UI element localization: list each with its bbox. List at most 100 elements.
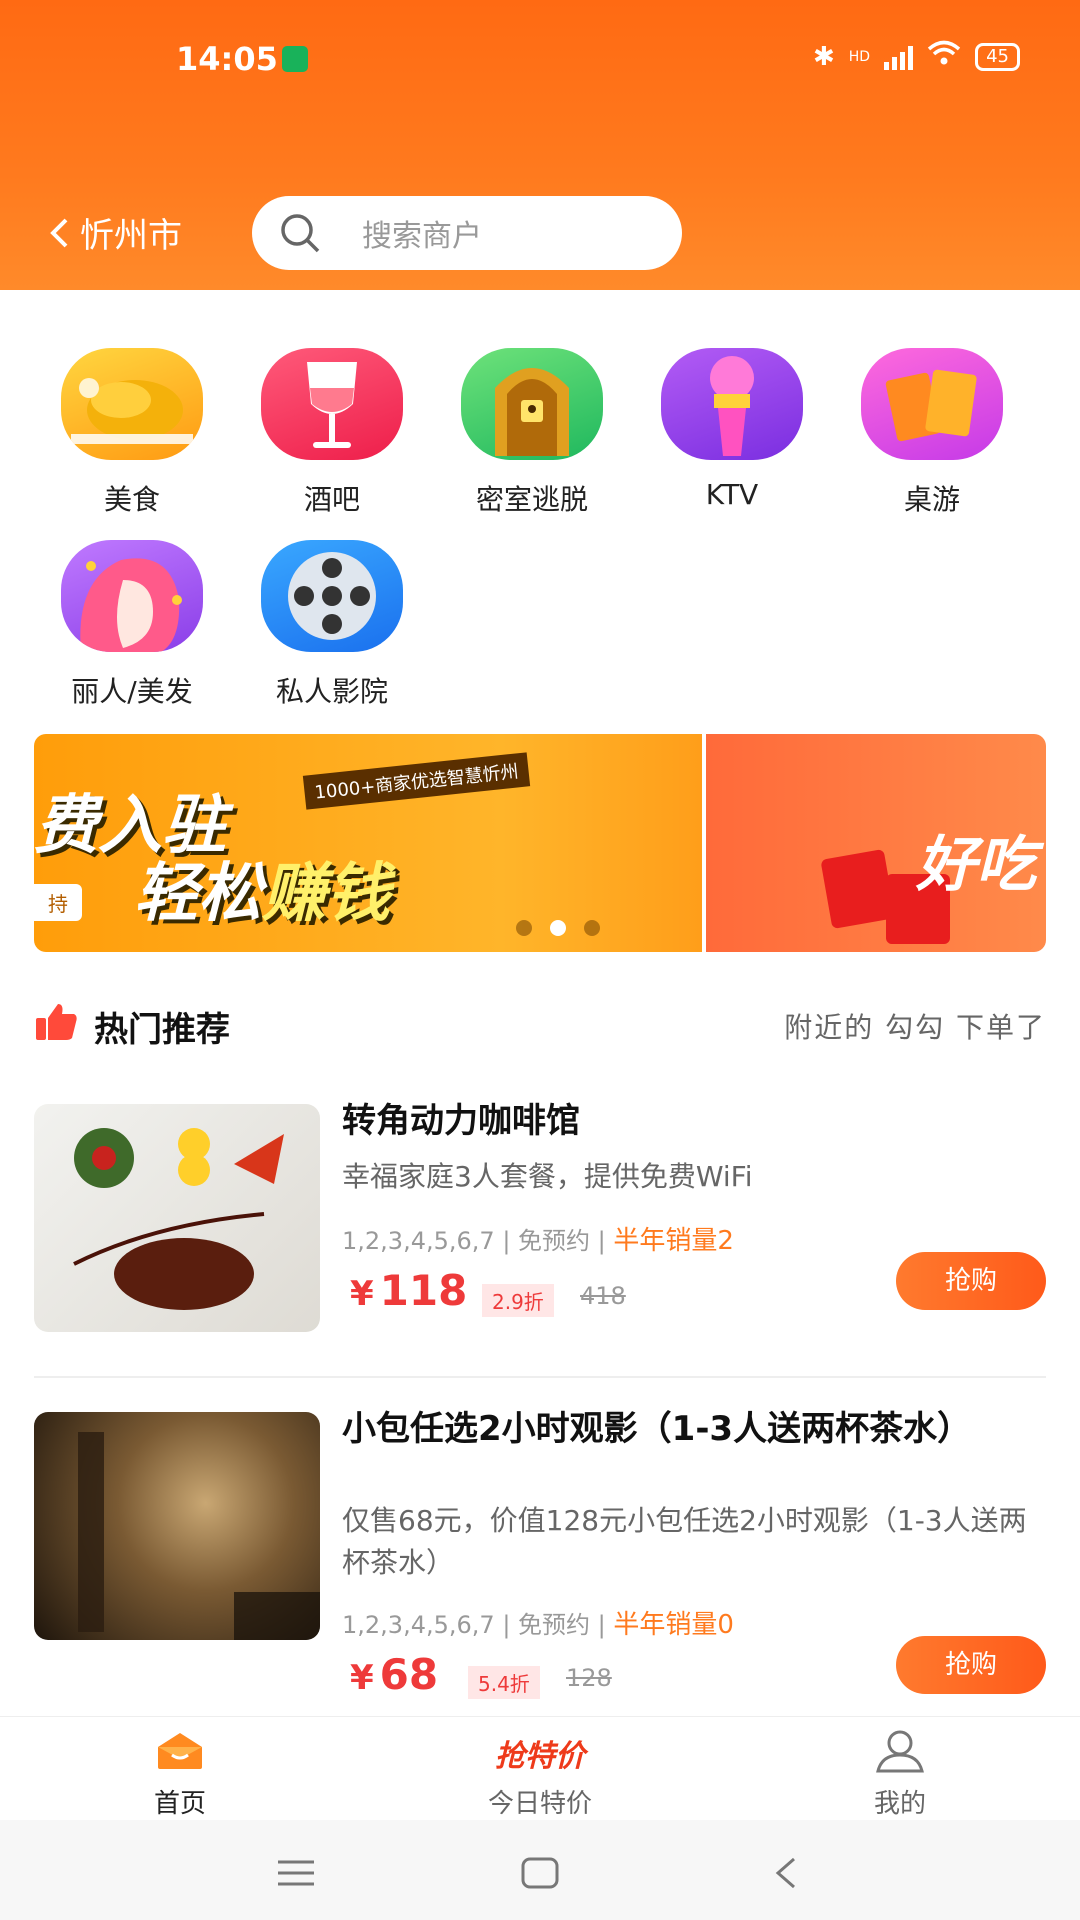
meta-separator: |: [502, 1227, 519, 1255]
category-food[interactable]: 美食: [32, 348, 232, 518]
category-label: 美食: [103, 483, 160, 516]
product-booking: 免预约: [518, 1227, 591, 1255]
category-ktv[interactable]: KTV: [632, 348, 832, 518]
carousel-dot[interactable]: [516, 920, 532, 936]
user-icon: [876, 1730, 924, 1773]
search-input[interactable]: 搜索商户: [252, 196, 682, 270]
category-label: 桌游: [903, 483, 960, 516]
category-private-cinema[interactable]: 私人影院: [232, 540, 432, 710]
category-label: 丽人/美发: [71, 675, 193, 708]
tab-mine[interactable]: 我的: [750, 1717, 1050, 1821]
banner-chip: 持: [34, 884, 82, 921]
product-desc: 幸福家庭3人套餐，提供免费WiFi: [342, 1160, 753, 1193]
product-price: ¥118: [350, 1266, 467, 1315]
tab-label: 首页: [153, 1789, 206, 1819]
product-price: ¥68: [350, 1650, 438, 1699]
product-meta: 1,2,3,4,5,6,7 | 免预约 | 半年销量0: [342, 1604, 734, 1641]
meta-separator: |: [502, 1611, 519, 1639]
currency-symbol: ¥: [350, 1658, 374, 1698]
product-card[interactable]: 转角动力咖啡馆 幸福家庭3人套餐，提供免费WiFi 1,2,3,4,5,6,7 …: [34, 1104, 1046, 1344]
product-sales: 半年销量0: [613, 1610, 734, 1640]
hot-recommend-header: 热门推荐 附近的 勾勾 下单了: [34, 1000, 1046, 1050]
battery-indicator: 45: [975, 42, 1020, 71]
tab-label: 我的: [873, 1789, 926, 1819]
app-header: 14:05 ✱ HD 45 忻州市 搜索商户: [0, 0, 1080, 290]
section-subtitle: 附近的 勾勾 下单了: [784, 1011, 1046, 1044]
banner-line2: 轻松赚钱: [134, 842, 390, 934]
category-label: 密室逃脱: [475, 483, 588, 516]
status-bar: 14:05 ✱ HD 45: [0, 0, 1080, 120]
meta-separator: |: [597, 1227, 614, 1255]
city-selector[interactable]: 忻州市: [48, 208, 182, 257]
search-placeholder: 搜索商户: [362, 219, 482, 254]
beauty-icon: [61, 540, 203, 652]
promo-banner-carousel[interactable]: 费入驻 1000+商家优选智慧忻州 轻松赚钱 持 好吃: [34, 734, 1046, 952]
category-beauty[interactable]: 丽人/美发: [32, 540, 232, 710]
network-type: HD: [848, 48, 871, 65]
category-label: KTV: [705, 478, 759, 511]
special-logo: 抢特价: [495, 1739, 585, 1774]
roast-chicken-icon: [61, 348, 203, 460]
home-icon: [158, 1733, 202, 1769]
tab-home[interactable]: 首页: [30, 1717, 330, 1821]
city-label: 忻州市: [80, 216, 182, 256]
category-label: 私人影院: [275, 675, 388, 708]
search-icon: [281, 214, 320, 253]
carousel-dot[interactable]: [584, 920, 600, 936]
red-envelope-icon: [820, 848, 896, 930]
system-nav-bar: [0, 1820, 1080, 1920]
wifi-icon: [927, 40, 961, 73]
discount-badge: 2.9折: [482, 1284, 554, 1317]
product-days: 1,2,3,4,5,6,7: [342, 1227, 495, 1255]
film-reel-icon: [261, 540, 403, 652]
carousel-dots[interactable]: [516, 920, 600, 936]
search-row: 忻州市 搜索商户: [0, 190, 1080, 272]
category-board-games[interactable]: 桌游: [832, 348, 1032, 518]
promo-banner-slide[interactable]: 费入驻 1000+商家优选智慧忻州 轻松赚钱 持: [34, 734, 702, 952]
tab-label: 今日特价: [487, 1789, 592, 1819]
back-icon[interactable]: [772, 1856, 800, 1890]
microphone-icon: [661, 348, 803, 460]
price-value: 68: [379, 1650, 439, 1699]
category-bar[interactable]: 酒吧: [232, 348, 432, 518]
banner-line2-a: 轻松: [134, 857, 262, 931]
buy-button[interactable]: 抢购: [896, 1636, 1046, 1694]
product-name[interactable]: 转角动力咖啡馆: [342, 1104, 1046, 1138]
carousel-dot-active[interactable]: [550, 920, 566, 936]
bottom-tab-bar: 首页 抢特价 今日特价 我的: [0, 1716, 1080, 1820]
product-image[interactable]: [34, 1412, 320, 1640]
menu-icon[interactable]: [276, 1858, 316, 1888]
banner-tag: 1000+商家优选智慧忻州: [302, 752, 531, 810]
chevron-left-icon: [50, 218, 68, 247]
locked-door-icon: [461, 348, 603, 460]
bluetooth-icon: ✱: [812, 41, 835, 72]
product-desc: 仅售68元，价值128元小包任选2小时观影（1-3人送两杯茶水）: [342, 1504, 1027, 1579]
product-booking: 免预约: [518, 1611, 591, 1639]
promo-banner-next-slide[interactable]: 好吃: [706, 734, 1046, 952]
product-card[interactable]: 小包任选2小时观影（1-3人送两杯茶水） 仅售68元，价值128元小包任选2小时…: [34, 1412, 1046, 1702]
status-time: 14:05: [176, 40, 278, 78]
card-divider: [34, 1376, 1046, 1378]
banner-side-slogan: 好吃: [916, 830, 1036, 900]
meta-separator: |: [597, 1611, 614, 1639]
product-name[interactable]: 小包任选2小时观影（1-3人送两杯茶水）: [342, 1412, 1046, 1446]
home-square-icon[interactable]: [520, 1856, 560, 1890]
wine-glass-icon: [261, 348, 403, 460]
original-price: 128: [566, 1664, 612, 1692]
buy-button[interactable]: 抢购: [896, 1252, 1046, 1310]
thumbs-up-icon: [36, 1004, 77, 1040]
product-meta: 1,2,3,4,5,6,7 | 免预约 | 半年销量2: [342, 1220, 734, 1257]
cards-icon: [861, 348, 1003, 460]
status-icons: ✱ HD 45: [813, 40, 1020, 73]
discount-badge: 5.4折: [468, 1666, 540, 1699]
tab-daily-special[interactable]: 抢特价 今日特价: [390, 1717, 690, 1821]
product-image[interactable]: [34, 1104, 320, 1332]
original-price: 418: [580, 1282, 626, 1310]
product-days: 1,2,3,4,5,6,7: [342, 1611, 495, 1639]
section-title: 热门推荐: [94, 1010, 230, 1050]
call-icon: [282, 46, 308, 72]
currency-symbol: ¥: [350, 1274, 374, 1314]
category-escape-room[interactable]: 密室逃脱: [432, 348, 632, 518]
product-sales: 半年销量2: [613, 1226, 734, 1256]
price-value: 118: [379, 1266, 468, 1315]
